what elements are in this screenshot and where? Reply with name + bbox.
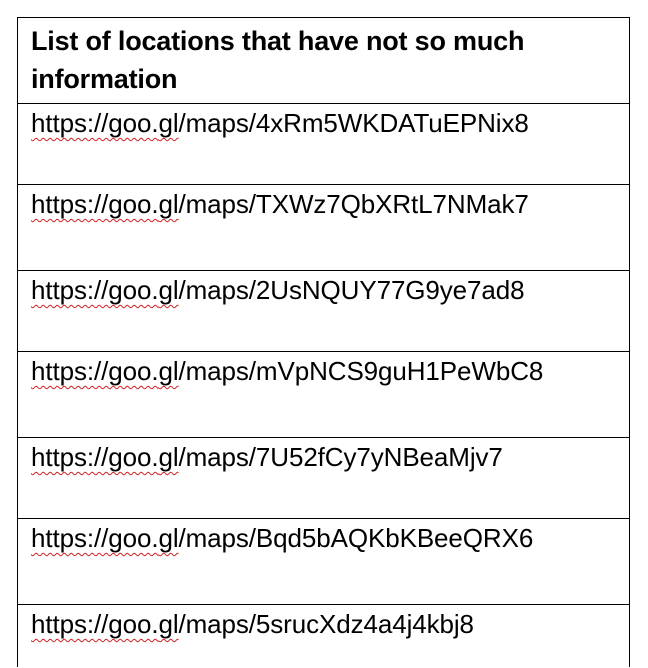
link-path: /maps/2UsNQUY77G9ye7ad8	[178, 275, 525, 305]
table-header-row: List of locations that have not so much …	[18, 18, 629, 104]
table-row: https://goo.gl/maps/mVpNCS9guH1PeWbC8	[18, 352, 629, 438]
link-domain-suffix: gl	[158, 442, 179, 472]
link-path: /maps/Bqd5bAQKbKBeeQRX6	[178, 523, 534, 553]
link-domain-suffix: gl	[158, 108, 179, 138]
location-link[interactable]: https://goo.gl/maps/4xRm5WKDATuEPNix8	[31, 105, 529, 141]
table-row: https://goo.gl/maps/7U52fCy7yNBeaMjv7	[18, 438, 629, 519]
location-link[interactable]: https://goo.gl/maps/mVpNCS9guH1PeWbC8	[31, 353, 543, 389]
table-header: List of locations that have not so much …	[31, 26, 525, 94]
link-prefix: https://goo.	[31, 108, 159, 138]
link-domain-suffix: gl	[158, 275, 179, 305]
location-link[interactable]: https://goo.gl/maps/5srucXdz4a4j4kbj8	[31, 606, 474, 642]
table-row: https://goo.gl/maps/4xRm5WKDATuEPNix8	[18, 104, 629, 185]
link-prefix: https://goo.	[31, 523, 159, 553]
link-path: /maps/7U52fCy7yNBeaMjv7	[178, 442, 503, 472]
table-row: https://goo.gl/maps/Bqd5bAQKbKBeeQRX6	[18, 519, 629, 605]
link-prefix: https://goo.	[31, 275, 159, 305]
location-link[interactable]: https://goo.gl/maps/2UsNQUY77G9ye7ad8	[31, 272, 525, 308]
link-path: /maps/5srucXdz4a4j4kbj8	[178, 609, 475, 639]
link-domain-suffix: gl	[158, 609, 179, 639]
link-prefix: https://goo.	[31, 189, 159, 219]
link-domain-suffix: gl	[158, 523, 179, 553]
location-link[interactable]: https://goo.gl/maps/Bqd5bAQKbKBeeQRX6	[31, 520, 533, 556]
link-path: /maps/4xRm5WKDATuEPNix8	[178, 108, 529, 138]
table-row: https://goo.gl/maps/TXWz7QbXRtL7NMak7	[18, 185, 629, 271]
location-link[interactable]: https://goo.gl/maps/TXWz7QbXRtL7NMak7	[31, 186, 529, 222]
link-prefix: https://goo.	[31, 356, 159, 386]
table-row: https://goo.gl/maps/5srucXdz4a4j4kbj8	[18, 605, 629, 668]
link-domain-suffix: gl	[158, 189, 179, 219]
link-prefix: https://goo.	[31, 609, 159, 639]
location-link[interactable]: https://goo.gl/maps/7U52fCy7yNBeaMjv7	[31, 439, 503, 475]
link-prefix: https://goo.	[31, 442, 159, 472]
link-path: /maps/mVpNCS9guH1PeWbC8	[178, 356, 544, 386]
link-path: /maps/TXWz7QbXRtL7NMak7	[178, 189, 529, 219]
link-domain-suffix: gl	[158, 356, 179, 386]
table-row: https://goo.gl/maps/2UsNQUY77G9ye7ad8	[18, 271, 629, 352]
locations-table: List of locations that have not so much …	[17, 17, 630, 667]
